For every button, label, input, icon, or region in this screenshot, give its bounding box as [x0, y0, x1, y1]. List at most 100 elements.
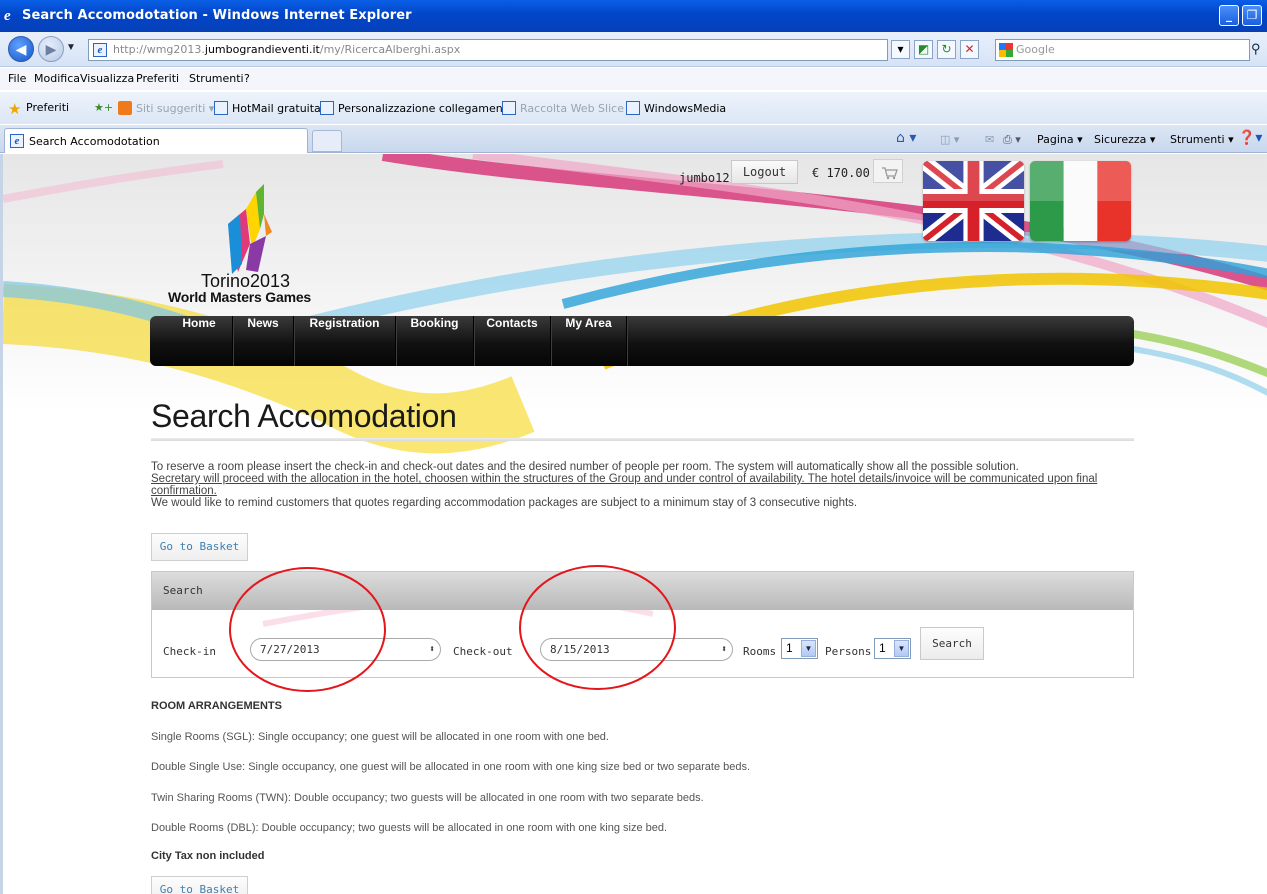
menu-visualizza[interactable]: Visualizza: [80, 72, 134, 85]
italian-flag-icon[interactable]: [1030, 161, 1131, 241]
fav-item-personalizzazione[interactable]: Personalizzazione collegamenti: [320, 101, 510, 115]
minimize-button[interactable]: _: [1219, 5, 1239, 26]
search-input[interactable]: Google: [995, 39, 1250, 61]
cart-amount: € 170.00: [812, 166, 870, 180]
page-menu[interactable]: Pagina ▾: [1037, 133, 1083, 146]
ie-page-icon: [502, 101, 516, 115]
logout-button[interactable]: Logout: [731, 160, 798, 184]
tab-search-accomodation[interactable]: e Search Accomodotation: [4, 128, 308, 153]
favorites-bar: ★ Preferiti ★+ Siti suggeriti ▾ HotMail g…: [0, 92, 1267, 124]
help-icon[interactable]: ❓▾: [1238, 130, 1262, 146]
menu-help[interactable]: ?: [244, 72, 250, 85]
back-button[interactable]: ◀: [8, 36, 34, 62]
dropdown-arrow-icon: ▼: [801, 640, 816, 657]
forward-button[interactable]: ▶: [38, 36, 64, 62]
new-tab-button[interactable]: [312, 130, 342, 152]
persons-value: 1: [879, 641, 886, 655]
menu-file[interactable]: File: [8, 72, 26, 85]
tab-bar: e Search Accomodotation ⌂ ▾ ◫ ▾ ✉ ⎙ ▾ Pa…: [0, 125, 1267, 153]
fav-label: HotMail gratuita: [232, 102, 321, 115]
rooms-label: Rooms: [743, 645, 777, 658]
it-flag: [1030, 161, 1131, 241]
fav-label: Raccolta Web Slice ▾: [520, 102, 633, 115]
ie-page-icon: e: [10, 134, 24, 148]
ie-page-icon: [214, 101, 228, 115]
page-title: Search Accomodation: [151, 398, 457, 434]
arrangement-sgl: Single Rooms (SGL): Single occupancy; on…: [151, 731, 609, 743]
url-domain: jumbograndieventi.it: [204, 43, 320, 56]
arrangement-dbl: Double Rooms (DBL): Double occupancy; tw…: [151, 822, 668, 834]
feeds-icon[interactable]: ◫ ▾: [940, 133, 959, 146]
search-placeholder: Google: [1016, 43, 1055, 56]
fav-item-webslice[interactable]: Raccolta Web Slice ▾: [502, 101, 633, 115]
address-field[interactable]: e http://wmg2013.jumbograndieventi.it/my…: [88, 39, 888, 61]
nav-contacts[interactable]: Contacts: [474, 316, 551, 366]
select-arrows-icon: ⬍: [720, 644, 727, 655]
search-icon[interactable]: ⚲: [1251, 41, 1261, 57]
restore-button[interactable]: ❐: [1242, 5, 1262, 26]
nav-news[interactable]: News: [233, 316, 294, 366]
favorites-label: Preferiti: [26, 101, 70, 114]
english-flag-icon[interactable]: [923, 161, 1024, 241]
menu-preferiti[interactable]: Preferiti: [136, 72, 179, 85]
go-to-basket-button-top[interactable]: Go to Basket: [151, 533, 248, 561]
star-icon: ★: [8, 100, 22, 118]
fav-label: Personalizzazione collegamenti: [338, 102, 511, 115]
tools-menu[interactable]: Strumenti ▾: [1170, 133, 1234, 146]
checkout-label: Check-out: [453, 645, 513, 658]
arrangement-twn: Twin Sharing Rooms (TWN): Double occupan…: [151, 792, 704, 804]
ie-page-icon: [320, 101, 334, 115]
intro-text: To reserve a room please insert the chec…: [151, 461, 1141, 509]
address-dropdown-icon[interactable]: ▾: [891, 40, 910, 59]
cart-button[interactable]: [873, 159, 903, 183]
fav-label: WindowsMedia: [644, 102, 727, 115]
persons-select[interactable]: 1 ▼: [874, 638, 911, 659]
logo-text-wmg: World Masters Games: [168, 289, 311, 305]
ie-page-icon: [626, 101, 640, 115]
home-icon[interactable]: ⌂ ▾: [896, 130, 916, 146]
main-nav: Home News Registration Booking Contacts …: [150, 316, 1134, 366]
dropdown-arrow-icon: ▼: [894, 640, 909, 657]
arrangements-title: ROOM ARRANGEMENTS: [151, 700, 282, 712]
favorites-button[interactable]: ★ Preferiti: [8, 100, 70, 118]
tab-title: Search Accomodotation: [29, 135, 160, 148]
url-prefix: http://wmg2013.: [113, 43, 205, 56]
nav-registration[interactable]: Registration: [294, 316, 396, 366]
fav-item-windowsmedia[interactable]: WindowsMedia: [626, 101, 726, 115]
go-to-basket-button-bottom[interactable]: Go to Basket: [151, 876, 248, 894]
url-path: /my/RicercaAlberghi.aspx: [319, 43, 461, 56]
menu-strumenti[interactable]: Strumenti: [189, 72, 244, 85]
annotation-circle-checkin: [229, 567, 386, 692]
menu-modifica[interactable]: Modifica: [34, 72, 80, 85]
search-button[interactable]: Search: [920, 627, 984, 660]
ie-logo-icon: e: [4, 8, 11, 24]
print-icon[interactable]: ⎙ ▾: [1003, 133, 1021, 147]
select-arrows-icon: ⬍: [428, 644, 435, 655]
window-title-bar[interactable]: e Search Accomodotation - Windows Intern…: [0, 0, 1267, 32]
username: jumbo12: [679, 171, 730, 185]
history-dropdown-icon[interactable]: ▼: [66, 42, 76, 53]
fav-item-suggested[interactable]: Siti suggeriti ▾: [118, 101, 214, 115]
rooms-select[interactable]: 1 ▼: [781, 638, 818, 659]
rooms-value: 1: [786, 641, 793, 655]
refresh-icon[interactable]: ↻: [937, 40, 956, 59]
annotation-circle-checkout: [519, 565, 676, 690]
nav-home[interactable]: Home: [166, 316, 233, 366]
address-toolbar: ◀ ▶ ▼ e http://wmg2013.jumbograndieventi…: [0, 32, 1267, 67]
fav-item-hotmail[interactable]: HotMail gratuita: [214, 101, 321, 115]
page-content: Torino2013 World Masters Games jumbo12 L…: [0, 154, 1267, 894]
stop-icon[interactable]: ✕: [960, 40, 979, 59]
security-menu[interactable]: Sicurezza ▾: [1094, 133, 1155, 146]
window-title: Search Accomodotation - Windows Internet…: [22, 8, 412, 23]
intro-paragraph-3: We would like to remind customers that q…: [151, 497, 858, 509]
menu-bar: File Modifica Visualizza Preferiti Strum…: [0, 68, 1267, 90]
add-favorite-icon[interactable]: ★+: [94, 101, 113, 114]
mail-icon[interactable]: ✉: [985, 133, 994, 146]
nav-my-area[interactable]: My Area: [551, 316, 627, 366]
cart-icon: [882, 167, 898, 180]
page-icon: e: [93, 43, 107, 57]
nav-booking[interactable]: Booking: [396, 316, 474, 366]
compatibility-view-icon[interactable]: ◩: [914, 40, 933, 59]
google-icon: [999, 43, 1013, 57]
suggested-sites-icon: [118, 101, 132, 115]
